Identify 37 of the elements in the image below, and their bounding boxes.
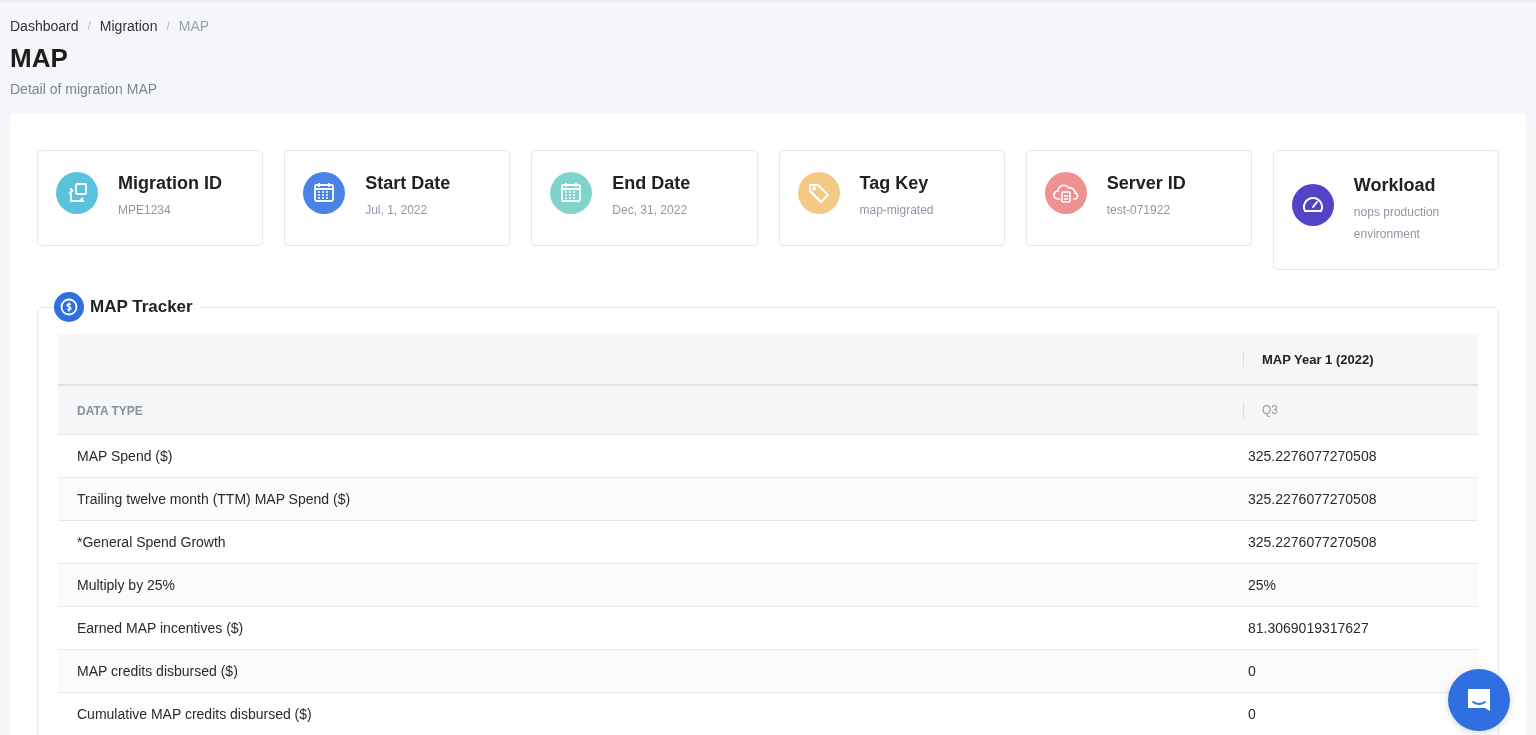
card-value: MPE1234: [118, 202, 172, 219]
table-cell: 25%: [1248, 577, 1277, 593]
card-value: Dec, 31, 2022: [612, 202, 689, 219]
card-value: nops production environment: [1353, 204, 1441, 243]
card-value: map-migrated: [859, 202, 934, 219]
card-title: Start Date: [365, 172, 451, 194]
card-value: Jul, 1, 2022: [365, 202, 429, 219]
table-cell: 325.2276077270508: [1248, 534, 1377, 550]
dollar-coin-icon: [54, 292, 84, 322]
table-cell: *General Spend Growth: [77, 534, 226, 550]
breadcrumb-separator: /: [87, 19, 91, 33]
table-cell: 325.2276077270508: [1248, 448, 1377, 464]
table-cell: 325.2276077270508: [1248, 491, 1377, 507]
page-title: MAP: [10, 43, 69, 73]
table-cell: MAP Spend ($): [77, 448, 173, 464]
table-cell: 0: [1248, 663, 1256, 679]
card-title: Server ID: [1106, 172, 1186, 194]
page-subtitle: Detail of migration MAP: [10, 81, 159, 97]
table-cell: Cumulative MAP credits disbursed ($): [77, 706, 312, 722]
table-cell: Trailing twelve month (TTM) MAP Spend ($): [77, 491, 351, 507]
card-title: Workload: [1353, 174, 1437, 196]
breadcrumb-link[interactable]: Migration: [99, 18, 158, 34]
card-title: Migration ID: [118, 172, 222, 194]
tracker-title: MAP Tracker: [90, 297, 193, 317]
column-header: DATA TYPE: [77, 404, 143, 418]
table-cell: 0: [1248, 706, 1256, 722]
table-cell: Earned MAP incentives ($): [77, 620, 244, 636]
breadcrumb-separator: /: [166, 19, 170, 33]
table-cell: Multiply by 25%: [77, 577, 176, 593]
card-title: Tag Key: [859, 172, 930, 194]
column-group-header: MAP Year 1 (2022): [1262, 351, 1374, 367]
card-value: test-071922: [1106, 202, 1172, 219]
breadcrumb-link[interactable]: Dashboard: [10, 18, 79, 34]
card-title: End Date: [612, 172, 691, 194]
table-cell: 81.3069019317627: [1248, 620, 1369, 636]
table-cell: MAP credits disbursed ($): [77, 663, 238, 679]
column-header: Q3: [1262, 403, 1278, 417]
